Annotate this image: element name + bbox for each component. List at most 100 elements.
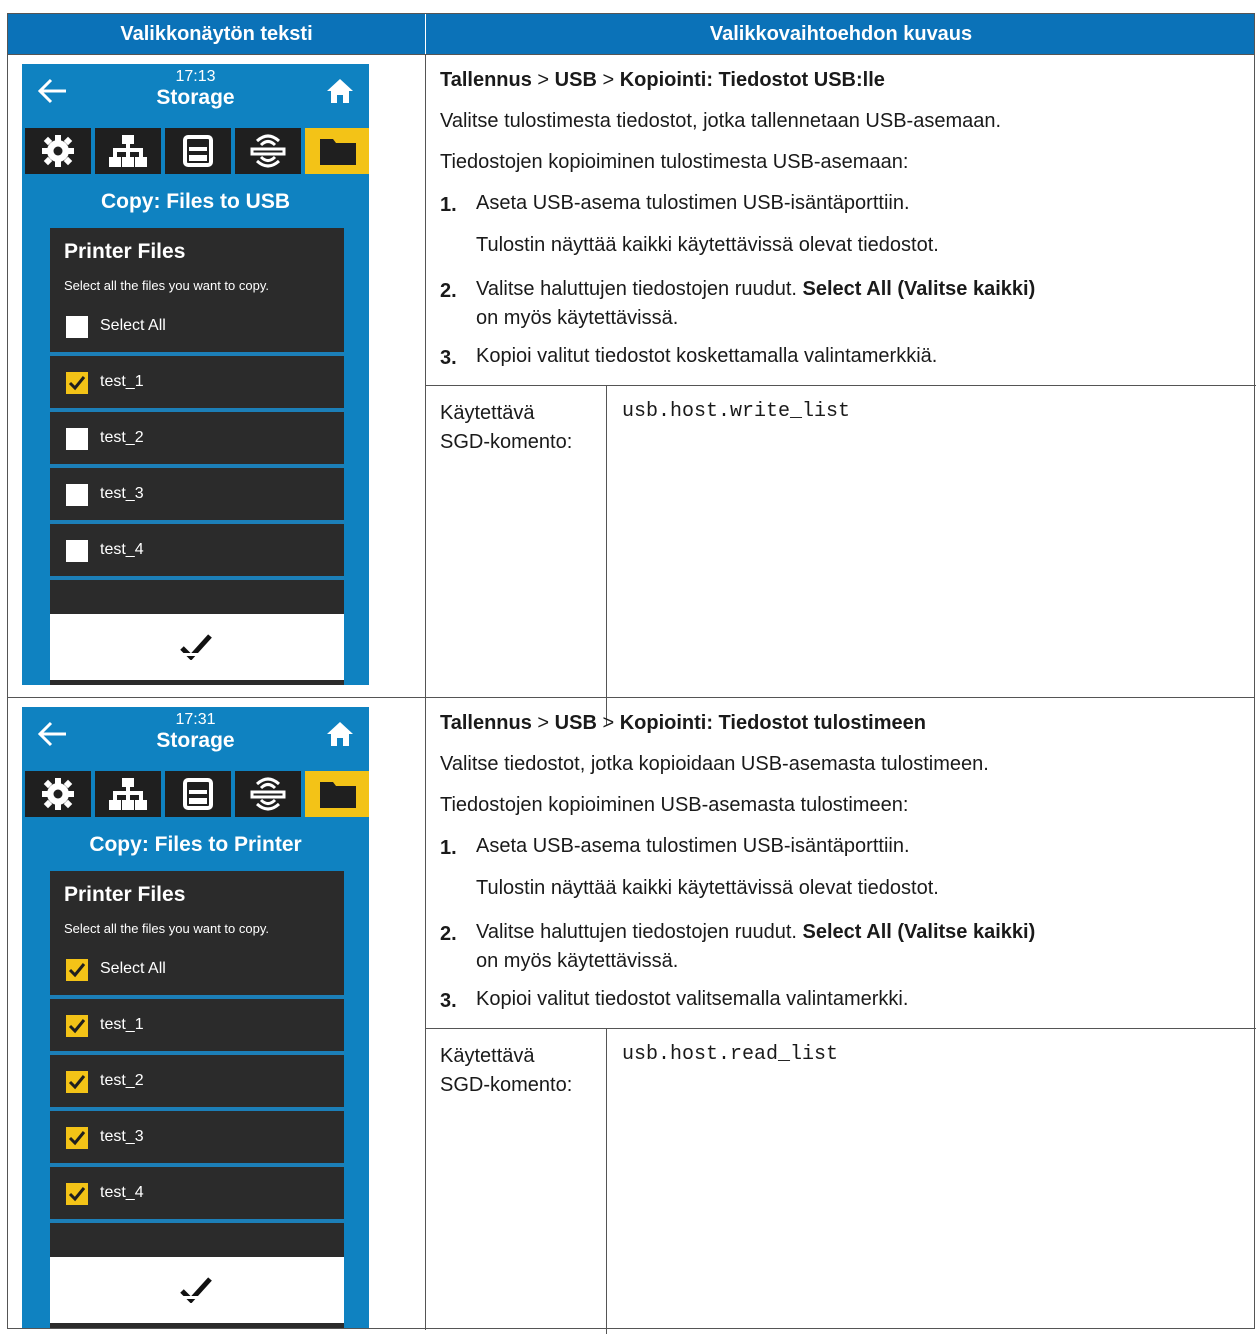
screen-topbar: 17:13 Storage (22, 64, 369, 124)
step-1: Aseta USB-asema tulostimen USB-isäntäpor… (476, 192, 910, 214)
sgd-label: Käytettävä SGD-komento: (440, 402, 573, 453)
list-item-label: test_2 (100, 429, 144, 446)
step-1-note: Tulostin näyttää kaikki käytettävissä ol… (476, 234, 939, 256)
list-item[interactable]: test_2 (50, 1057, 344, 1111)
list-item[interactable]: Select All (50, 945, 344, 999)
list-item-label: test_3 (100, 1128, 144, 1145)
intro-text: Valitse tiedostot, jotka kopioidaan USB-… (440, 753, 989, 775)
list-item[interactable]: test_3 (50, 470, 344, 524)
step-number: 1. (440, 837, 457, 859)
select-all-term: Select All (Valitse kaikki) (802, 921, 1036, 943)
checkbox[interactable] (66, 1015, 88, 1037)
lead-text: Tiedostojen kopioiminen tulostimesta USB… (440, 151, 909, 173)
list-item[interactable]: test_2 (50, 414, 344, 468)
printer-screen: 17:13 Storage Copy: Files to USB Printer Fi… (22, 64, 369, 685)
sgd-command: usb.host.read_list (622, 1043, 839, 1066)
checkbox[interactable] (66, 540, 88, 562)
breadcrumb-part: USB (554, 712, 597, 734)
lead-text: Tiedostojen kopioiminen USB-asemasta tul… (440, 794, 909, 816)
screen-title: Storage (156, 729, 235, 752)
home-icon[interactable] (325, 719, 355, 749)
step-1: Aseta USB-asema tulostimen USB-isäntäpor… (476, 835, 910, 857)
divider (50, 464, 344, 468)
breadcrumb-separator: > (596, 69, 620, 91)
intro-text: Valitse tulostimesta tiedostot, jotka ta… (440, 110, 1002, 132)
breadcrumb-separator: > (531, 712, 555, 734)
checkbox[interactable] (66, 1183, 88, 1205)
divider (50, 408, 344, 412)
checkbox[interactable] (66, 372, 88, 394)
step-3: Kopioi valitut tiedostot valitsemalla va… (476, 988, 909, 1010)
table-row: 17:13 Storage Copy: Files to USB Printer Fi… (8, 54, 1256, 725)
tab-folder[interactable] (305, 128, 369, 174)
home-icon[interactable] (325, 76, 355, 106)
step-number: 2. (440, 280, 457, 302)
step-2-text: Valitse haluttujen tiedostojen ruudut. (476, 921, 803, 943)
step-number: 3. (440, 347, 457, 369)
printer-screen: 17:31 Storage Copy: Files to Printer Printe… (22, 707, 369, 1328)
screen-heading: Copy: Files to USB (100, 190, 290, 213)
checkbox[interactable] (66, 484, 88, 506)
step-number: 3. (440, 990, 457, 1012)
checkbox[interactable] (66, 1071, 88, 1093)
panel-title: Printer Files (64, 883, 186, 906)
panel-subtitle: Select all the files you want to copy. (64, 921, 269, 936)
checkbox[interactable] (66, 1127, 88, 1149)
step-3: Kopioi valitut tiedostot koskettamalla v… (476, 345, 938, 367)
header-description: Valikkovaihtoehdon kuvaus (709, 23, 973, 45)
menu-tabs (22, 124, 369, 178)
menu-description-table: Valikkonäytön teksti Valikkovaihtoehdon … (7, 13, 1256, 1334)
tab-rfid[interactable] (235, 771, 301, 817)
breadcrumb-separator: > (531, 69, 555, 91)
step-2-text: Valitse haluttujen tiedostojen ruudut. (476, 278, 803, 300)
select-all-term: Select All (Valitse kaikki) (802, 278, 1036, 300)
description-cell: Tallennus > USB > Kopiointi: Tiedostot U… (426, 55, 1256, 725)
tab-printer[interactable] (165, 128, 231, 174)
tab-printer[interactable] (165, 771, 231, 817)
menu-icon[interactable] (179, 1293, 211, 1315)
divider (50, 1163, 344, 1167)
list-item-label: test_3 (100, 485, 144, 502)
step-number: 1. (440, 194, 457, 216)
list-item[interactable]: test_1 (50, 1001, 344, 1055)
clock: 17:13 (175, 68, 216, 85)
panel-subtitle: Select all the files you want to copy. (64, 278, 269, 293)
divider (50, 352, 344, 356)
list-item[interactable]: test_4 (50, 1169, 344, 1223)
menu-screen-cell: 17:13 Storage Copy: Files to USB Printer Fi… (8, 55, 426, 697)
description-text: Tallennus > USB > Kopiointi: Tiedostot t… (426, 698, 1256, 1029)
screen-title: Storage (156, 86, 235, 109)
menu-screen-cell: 17:31 Storage Copy: Files to Printer Printe… (8, 698, 426, 1330)
breadcrumb-part: Tallennus (440, 712, 532, 734)
breadcrumb-part: USB (554, 69, 597, 91)
list-item-label: test_1 (100, 1016, 144, 1033)
header-menu-text: Valikkonäytön teksti (8, 14, 426, 54)
divider (606, 386, 607, 725)
tab-gear[interactable] (25, 128, 91, 174)
step-2: Valitse haluttujen tiedostojen ruudut. S… (476, 275, 1236, 333)
list-item[interactable]: Select All (50, 302, 344, 356)
tab-gear[interactable] (25, 771, 91, 817)
description-text: Tallennus > USB > Kopiointi: Tiedostot U… (426, 55, 1256, 386)
tab-folder[interactable] (305, 771, 369, 817)
checkbox[interactable] (66, 959, 88, 981)
list-item[interactable]: test_1 (50, 358, 344, 412)
step-2: Valitse haluttujen tiedostojen ruudut. S… (476, 918, 1236, 976)
divider (606, 1029, 607, 1334)
menu-icon[interactable] (179, 650, 211, 672)
step-2-continuation: on myös käytettävissä. (476, 307, 679, 329)
breadcrumb-separator: > (596, 712, 620, 734)
tab-network[interactable] (95, 771, 161, 817)
divider (50, 1051, 344, 1055)
list-item-label: Select All (100, 960, 166, 977)
tab-rfid[interactable] (235, 128, 301, 174)
list-item-label: Select All (100, 317, 166, 334)
list-item[interactable]: test_3 (50, 1113, 344, 1167)
tab-network[interactable] (95, 128, 161, 174)
checkbox[interactable] (66, 428, 88, 450)
list-item-label: test_4 (100, 541, 144, 558)
list-item[interactable]: test_4 (50, 526, 344, 580)
checkbox[interactable] (66, 316, 88, 338)
sgd-label: Käytettävä SGD-komento: (440, 1045, 573, 1096)
divider (50, 576, 344, 580)
